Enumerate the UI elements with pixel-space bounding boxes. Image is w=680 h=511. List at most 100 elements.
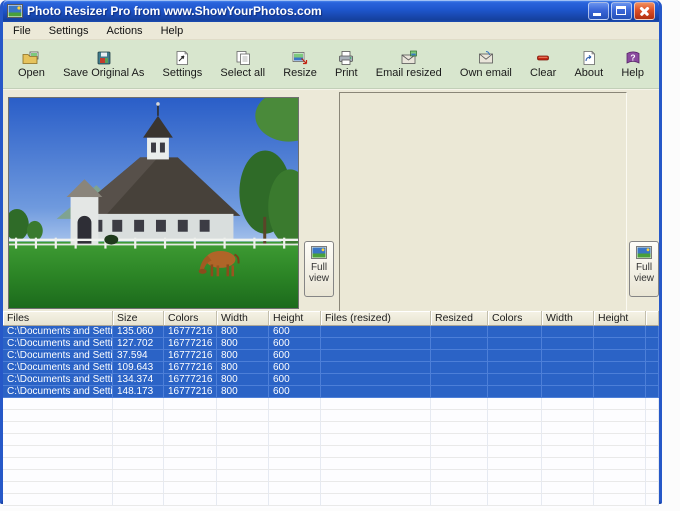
table-cell-colors2[interactable] [488,326,542,338]
table-cell-height[interactable] [269,446,321,458]
table-cell-size[interactable] [113,434,164,446]
table-cell-height[interactable] [269,434,321,446]
toolbar-button-clear[interactable]: Clear [527,49,559,80]
table-cell-colors2[interactable] [488,374,542,386]
table-cell-resized[interactable] [431,470,488,482]
table-cell-width[interactable] [217,398,269,410]
table-cell-width2[interactable] [542,350,594,362]
column-header-width-resized[interactable]: Width [542,311,594,326]
table-cell-width[interactable] [217,458,269,470]
table-cell-width[interactable] [217,422,269,434]
table-cell-resized[interactable] [431,362,488,374]
table-cell-file[interactable]: C:\Documents and Setti... [3,350,113,362]
table-cell-height[interactable]: 600 [269,362,321,374]
table-cell-file_resized[interactable] [321,338,431,350]
table-cell-file[interactable] [3,434,113,446]
column-header-colors-resized[interactable]: Colors [488,311,542,326]
table-cell-size[interactable]: 37.594 [113,350,164,362]
table-row[interactable] [3,422,659,434]
table-cell-file_resized[interactable] [321,458,431,470]
table-cell-height2[interactable] [594,410,646,422]
table-cell-width2[interactable] [542,434,594,446]
table-cell-file[interactable]: C:\Documents and Setti... [3,386,113,398]
table-cell-width[interactable]: 800 [217,386,269,398]
table-cell-file_resized[interactable] [321,374,431,386]
table-cell-colors2[interactable] [488,410,542,422]
table-cell-colors[interactable] [164,446,217,458]
toolbar-button-open[interactable]: Open [15,49,48,80]
table-cell-width[interactable] [217,482,269,494]
table-cell-colors[interactable]: 16777216 [164,350,217,362]
column-header-colors[interactable]: Colors [164,311,217,326]
table-cell-file[interactable] [3,494,113,506]
toolbar-button-print[interactable]: Print [332,49,361,80]
table-cell-resized[interactable] [431,374,488,386]
table-cell-height2[interactable] [594,386,646,398]
table-row[interactable]: C:\Documents and Setti... 109.643 16777216… [3,362,659,374]
table-cell-file_resized[interactable] [321,350,431,362]
table-row[interactable] [3,458,659,470]
table-cell-width[interactable]: 800 [217,350,269,362]
menu-item-actions[interactable]: Actions [104,24,144,38]
table-cell-height[interactable]: 600 [269,386,321,398]
table-cell-width2[interactable] [542,374,594,386]
table-cell-width2[interactable] [542,326,594,338]
table-cell-height2[interactable] [594,350,646,362]
table-cell-height2[interactable] [594,362,646,374]
table-cell-file_resized[interactable] [321,482,431,494]
table-cell-file[interactable] [3,398,113,410]
table-cell-size[interactable] [113,410,164,422]
table-cell-resized[interactable] [431,422,488,434]
table-cell-height2[interactable] [594,470,646,482]
table-cell-resized[interactable] [431,326,488,338]
table-cell-width2[interactable] [542,494,594,506]
table-cell-width[interactable] [217,446,269,458]
table-cell-colors2[interactable] [488,350,542,362]
table-cell-file[interactable] [3,410,113,422]
column-header-files-resized[interactable]: Files (resized) [321,311,431,326]
column-header-resized[interactable]: Resized [431,311,488,326]
table-row[interactable] [3,494,659,506]
toolbar-button-help[interactable]: ? Help [618,49,647,80]
table-cell-resized[interactable] [431,458,488,470]
table-cell-size[interactable] [113,458,164,470]
table-cell-size[interactable]: 148.173 [113,386,164,398]
table-cell-file[interactable]: C:\Documents and Setti... [3,326,113,338]
table-cell-height[interactable] [269,422,321,434]
table-cell-colors2[interactable] [488,434,542,446]
toolbar-button-save-original-as[interactable]: Save Original As [60,49,147,80]
table-cell-file_resized[interactable] [321,422,431,434]
toolbar-button-own-email[interactable]: Own email [457,49,515,80]
table-cell-height2[interactable] [594,338,646,350]
table-cell-height2[interactable] [594,374,646,386]
minimize-button[interactable] [588,2,609,20]
table-row[interactable]: C:\Documents and Setti... 148.173 16777216… [3,386,659,398]
table-cell-width2[interactable] [542,458,594,470]
table-cell-colors2[interactable] [488,458,542,470]
table-cell-width[interactable] [217,470,269,482]
table-cell-size[interactable] [113,494,164,506]
table-cell-resized[interactable] [431,350,488,362]
table-cell-colors2[interactable] [488,386,542,398]
table-cell-width[interactable] [217,410,269,422]
title-bar[interactable]: Photo Resizer Pro from www.ShowYourPhoto… [3,0,659,22]
table-row[interactable] [3,434,659,446]
table-cell-file[interactable] [3,458,113,470]
table-cell-width[interactable] [217,434,269,446]
column-header-width[interactable]: Width [217,311,269,326]
table-cell-resized[interactable] [431,398,488,410]
table-row[interactable]: C:\Documents and Setti... 37.594 16777216 8… [3,350,659,362]
table-cell-height2[interactable] [594,458,646,470]
table-row[interactable]: C:\Documents and Setti... 134.374 16777216… [3,374,659,386]
table-cell-width2[interactable] [542,338,594,350]
table-cell-height2[interactable] [594,398,646,410]
table-cell-colors[interactable] [164,482,217,494]
table-cell-size[interactable]: 134.374 [113,374,164,386]
table-cell-size[interactable]: 109.643 [113,362,164,374]
table-cell-file[interactable]: C:\Documents and Setti... [3,338,113,350]
column-header-size[interactable]: Size [113,311,164,326]
table-cell-size[interactable] [113,398,164,410]
maximize-button[interactable] [611,2,632,20]
table-cell-file[interactable] [3,482,113,494]
table-cell-colors[interactable]: 16777216 [164,338,217,350]
